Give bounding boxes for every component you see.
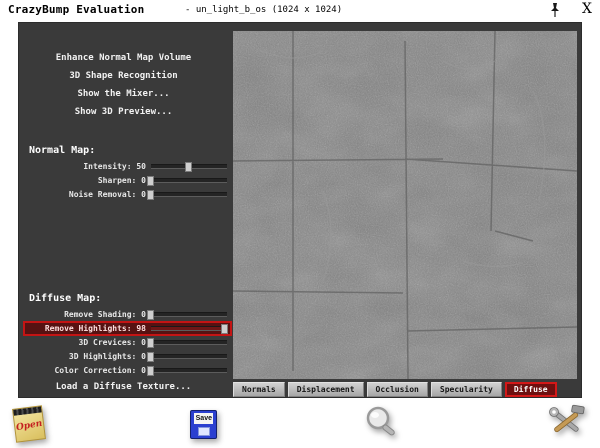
slider-row-noise-removal: Noise Removal: 0 (25, 189, 230, 200)
hammer-wrench-icon (549, 404, 585, 432)
slider-handle[interactable] (147, 352, 154, 362)
bottom-toolbar: Open Save (0, 400, 600, 448)
slider-label: Remove Shading: 0 (64, 310, 146, 319)
save-label: Save (194, 412, 214, 424)
highlights-3d-slider[interactable] (147, 352, 227, 362)
normal-map-preview-image (233, 31, 577, 379)
zoom-button[interactable] (364, 405, 400, 444)
slider-label: Sharpen: 0 (97, 176, 146, 185)
titlebar: CrazyBump Evaluation - un_light_b_os (10… (0, 0, 600, 20)
tab-normals[interactable]: Normals (233, 382, 285, 397)
slider-row-3d-highlights: 3D Highlights: 0 (25, 351, 230, 362)
intensity-slider[interactable] (151, 162, 227, 172)
slider-handle[interactable] (147, 176, 154, 186)
open-note-icon: Open (12, 405, 46, 443)
diffuse-map-header: Diffuse Map: (29, 293, 102, 304)
tab-occlusion[interactable]: Occlusion (366, 382, 428, 397)
menu-item-shape-recognition[interactable]: 3D Shape Recognition (19, 67, 228, 85)
diffuse-map-sliders: Remove Shading: 0 Remove Highlights: 98 … (23, 309, 232, 379)
controls-column: Enhance Normal Map Volume 3D Shape Recog… (19, 23, 232, 397)
slider-row-remove-shading: Remove Shading: 0 (25, 309, 230, 320)
tools-button[interactable] (546, 404, 586, 445)
slider-label: 3D Crevices: 0 (78, 338, 146, 347)
slider-row-remove-highlights: Remove Highlights: 98 (23, 321, 232, 336)
slider-row-sharpen: Sharpen: 0 (25, 175, 230, 186)
close-icon[interactable]: X (582, 1, 592, 17)
app-title: CrazyBump Evaluation (8, 3, 145, 16)
menu-item-enhance-volume[interactable]: Enhance Normal Map Volume (19, 49, 228, 67)
crazybump-window: CrazyBump Evaluation - un_light_b_os (10… (0, 0, 600, 448)
pushpin-icon[interactable] (548, 2, 562, 18)
load-diffuse-texture-link[interactable]: Load a Diffuse Texture... (19, 382, 228, 392)
menu-item-show-mixer[interactable]: Show the Mixer... (19, 85, 228, 103)
command-menu: Enhance Normal Map Volume 3D Shape Recog… (19, 49, 228, 121)
open-button[interactable]: Open (12, 405, 46, 443)
slider-handle[interactable] (221, 324, 229, 334)
slider-handle[interactable] (147, 310, 154, 320)
document-name: - un_light_b_os (1024 x 1024) (185, 5, 343, 15)
slider-label: 3D Highlights: 0 (68, 352, 146, 361)
normal-map-header: Normal Map: (29, 145, 96, 156)
slider-label: Remove Highlights: 98 (44, 324, 146, 333)
menu-item-show-3d-preview[interactable]: Show 3D Preview... (19, 103, 228, 121)
magnifier-icon (366, 406, 395, 435)
map-tabs: Normals Displacement Occlusion Speculari… (233, 382, 577, 397)
save-floppy-icon: Save (190, 409, 218, 439)
slider-handle[interactable] (185, 162, 192, 172)
slider-label: Intensity: 50 (83, 162, 146, 171)
slider-row-color-correction: Color Correction: 0 (25, 365, 230, 376)
slider-row-intensity: Intensity: 50 (25, 161, 230, 172)
normal-map-sliders: Intensity: 50 Sharpen: 0 Noise Removal: … (25, 161, 230, 203)
color-correction-slider[interactable] (147, 366, 227, 376)
open-label: Open (15, 418, 44, 434)
slider-handle[interactable] (147, 338, 154, 348)
tab-diffuse[interactable]: Diffuse (504, 382, 557, 397)
slider-label: Noise Removal: 0 (68, 190, 146, 199)
tab-specularity[interactable]: Specularity (430, 382, 502, 397)
sharpen-slider[interactable] (147, 176, 227, 186)
save-button[interactable]: Save (190, 409, 218, 439)
texture-preview (233, 31, 577, 379)
noise-removal-slider[interactable] (147, 190, 227, 200)
main-panel: Enhance Normal Map Volume 3D Shape Recog… (18, 22, 582, 398)
remove-highlights-slider[interactable] (151, 324, 229, 334)
crevices-slider[interactable] (147, 338, 227, 348)
slider-handle[interactable] (147, 366, 154, 376)
slider-label: Color Correction: 0 (54, 366, 146, 375)
slider-row-3d-crevices: 3D Crevices: 0 (25, 337, 230, 348)
tab-displacement[interactable]: Displacement (287, 382, 364, 397)
remove-shading-slider[interactable] (147, 310, 227, 320)
slider-handle[interactable] (147, 190, 154, 200)
